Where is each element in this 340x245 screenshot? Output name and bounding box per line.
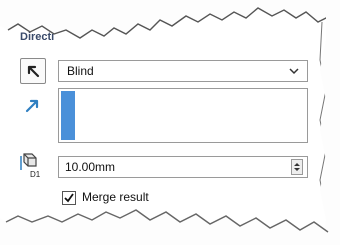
direction-panel: Directi Blind D1 10.00mm Merge result [0,0,340,245]
end-condition-select[interactable]: Blind [58,60,308,82]
checkmark-icon [64,193,74,203]
direction-arrow-icon [25,99,39,113]
svg-text:D1: D1 [30,170,41,179]
reverse-direction-button[interactable] [20,58,46,84]
chevron-down-icon [289,68,299,75]
end-condition-value: Blind [67,64,94,78]
spinner-arrows-icon [294,163,300,171]
direction-selection-box[interactable] [58,88,308,143]
reverse-direction-arrow-icon [27,65,40,78]
depth-icon: D1 [20,153,41,179]
depth-input[interactable]: 10.00mm [58,156,308,178]
merge-result-label: Merge result [82,190,149,204]
corner-marker-icon [24,227,31,235]
selection-indicator [61,91,75,140]
depth-value: 10.00mm [65,160,116,174]
depth-spinner[interactable] [291,159,303,175]
section-title: Directi [20,31,55,43]
merge-result-checkbox[interactable] [62,191,76,205]
